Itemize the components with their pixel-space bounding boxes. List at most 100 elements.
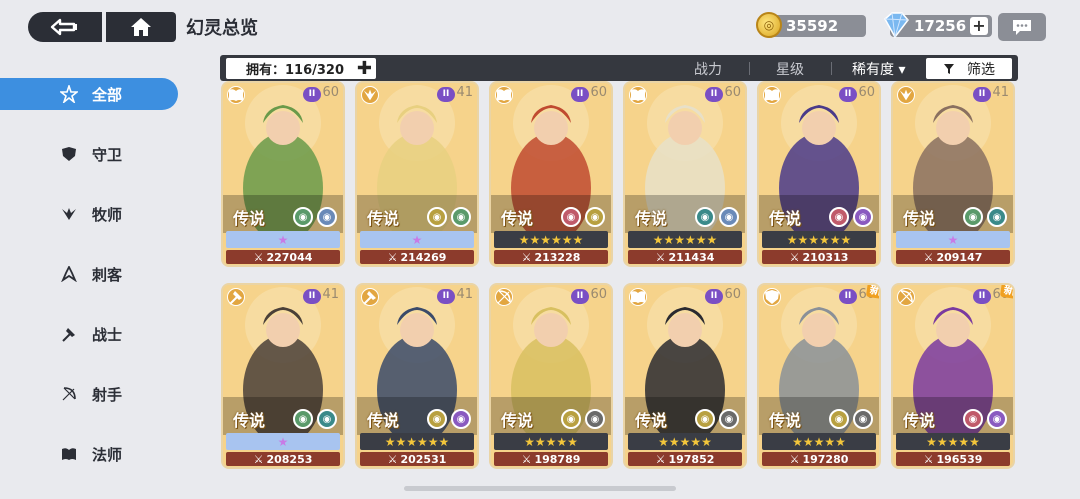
sidebar-item-1[interactable]: 守卫 (0, 138, 178, 170)
divider (831, 62, 832, 75)
crossed-swords-icon: ⚔ (253, 452, 264, 466)
chat-bubble-icon (1013, 20, 1031, 35)
power-bar: ⚔ 211434 (628, 250, 742, 264)
hero-level: 60 (724, 287, 741, 302)
sort-by-star[interactable]: 星级 (776, 59, 804, 79)
hero-card[interactable]: II 60 传说 ◉ ◉ ★★★★★★ ⚔ 210313 (757, 81, 881, 267)
power-bar: ⚔ 210313 (762, 250, 876, 264)
rarity-label: 传说 (233, 209, 266, 228)
hero-card[interactable]: II60传说◉◉★★★★★⚔197280新 (757, 283, 881, 469)
crossed-swords-icon: ⚔ (789, 250, 800, 264)
hero-card[interactable]: II 60 传说 ◉ ◉ ★ ⚔ 227044 (221, 81, 345, 267)
sidebar-item-label: 守卫 (92, 145, 123, 164)
home-button[interactable] (106, 12, 176, 42)
sidebar-item-5[interactable]: 射手 (0, 378, 178, 410)
sidebar-item-label: 射手 (92, 385, 123, 404)
hero-card[interactable]: II 60 传说 ◉ ◉ ★★★★★★ ⚔ 211434 (623, 81, 747, 267)
hero-card[interactable]: II 60 传说 ◉ ◉ ★★★★★★ ⚔ 213228 (489, 81, 613, 267)
tier-badge: II (839, 87, 857, 102)
star-rating: ★ (360, 231, 474, 248)
tier-badge: II (839, 289, 857, 304)
wing-icon (361, 86, 379, 104)
tier-badge: II (571, 289, 589, 304)
wing-icon (60, 205, 78, 223)
element-icon: ◉ (853, 207, 873, 227)
back-button[interactable] (28, 12, 102, 42)
hero-card[interactable]: II 60 传说 ◉ ◉ ★★★★★ ⚔ 197852 (623, 283, 747, 469)
hero-card[interactable]: II 60 传说 ◉ ◉ ★★★★★ ⚔ 198789 (489, 283, 613, 469)
combat-power: 209147 (936, 250, 983, 264)
tier-badge: II (571, 87, 589, 102)
rarity-label: 传说 (903, 411, 936, 430)
element-icon: ◉ (561, 409, 581, 429)
hero-card[interactable]: II60传说◉◉★★★★★⚔196539新 (891, 283, 1015, 469)
rarity-label: 传说 (903, 209, 936, 228)
book-icon (629, 288, 647, 306)
crossed-swords-icon: ⚔ (923, 250, 934, 264)
add-gems-button[interactable]: + (970, 17, 988, 35)
tier-badge: II (705, 289, 723, 304)
star-rating: ★★★★★ (762, 433, 876, 450)
element-icon: ◉ (719, 207, 739, 227)
expand-capacity-button[interactable]: ✚ (357, 59, 372, 78)
sidebar-item-2[interactable]: 牧师 (0, 198, 178, 230)
sidebar-item-6[interactable]: 法师 (0, 438, 178, 470)
sidebar-item-3[interactable]: 刺客 (0, 258, 178, 290)
power-bar: ⚔ 197280 (762, 452, 876, 466)
sidebar-item-0[interactable]: 全部 (0, 78, 178, 110)
hero-card[interactable]: II 41 传说 ◉ ◉ ★ ⚔ 208253 (221, 283, 345, 469)
star-rating: ★★★★★ (494, 433, 608, 450)
combat-power: 197280 (802, 452, 849, 466)
chat-button[interactable] (998, 13, 1046, 41)
filter-icon (944, 63, 954, 74)
combat-power: 196539 (936, 452, 983, 466)
rarity-label: 传说 (769, 411, 802, 430)
element-icon: ◉ (719, 409, 739, 429)
rarity-label: 传说 (233, 411, 266, 430)
element-icon: ◉ (427, 207, 447, 227)
divider (749, 62, 750, 75)
gem-counter: 17256 + (884, 12, 992, 39)
star-rating: ★ (226, 231, 340, 248)
sidebar-item-4[interactable]: 战士 (0, 318, 178, 350)
sort-by-power[interactable]: 战力 (694, 59, 722, 79)
tier-badge: II (973, 289, 991, 304)
axe-icon (361, 288, 379, 306)
hero-level: 60 (322, 85, 339, 100)
star-rating: ★ (896, 231, 1010, 248)
star-rating: ★★★★★★ (628, 231, 742, 248)
sort-by-rarity[interactable]: 稀有度 ▾ (852, 59, 905, 79)
filter-button[interactable]: 筛选 (926, 58, 1012, 79)
hero-card[interactable]: II 41 传说 ◉ ◉ ★ ⚔ 209147 (891, 81, 1015, 267)
star-rating: ★★★★★ (896, 433, 1010, 450)
shield-icon (60, 145, 78, 163)
star-outline-icon (60, 85, 78, 103)
element-icon: ◉ (451, 207, 471, 227)
gold-amount: 35592 (786, 17, 839, 35)
element-icon: ◉ (561, 207, 581, 227)
combat-power: 227044 (266, 250, 313, 264)
hero-level: 60 (590, 287, 607, 302)
rarity-label: 传说 (769, 209, 802, 228)
hero-level: 60 (590, 85, 607, 100)
power-bar: ⚔ 198789 (494, 452, 608, 466)
tier-badge: II (437, 289, 455, 304)
book-icon (495, 86, 513, 104)
hero-card[interactable]: II 41 传说 ◉ ◉ ★ ⚔ 214269 (355, 81, 479, 267)
crossed-swords-icon: ⚔ (923, 452, 934, 466)
tier-badge: II (705, 87, 723, 102)
page-title: 幻灵总览 (186, 18, 258, 39)
hero-card[interactable]: II 41 传说 ◉ ◉ ★★★★★★ ⚔ 202531 (355, 283, 479, 469)
rarity-label: 传说 (635, 209, 668, 228)
hero-level: 60 (724, 85, 741, 100)
home-icon (131, 18, 151, 36)
gold-counter: ◎ 35592 (756, 12, 866, 38)
book-icon (60, 445, 78, 463)
crossed-swords-icon: ⚔ (387, 250, 398, 264)
bow-icon (897, 288, 915, 306)
combat-power: 197852 (668, 452, 715, 466)
new-tag: 新 (865, 285, 879, 300)
element-icon: ◉ (963, 409, 983, 429)
gem-icon (884, 12, 909, 39)
book-icon (227, 86, 245, 104)
